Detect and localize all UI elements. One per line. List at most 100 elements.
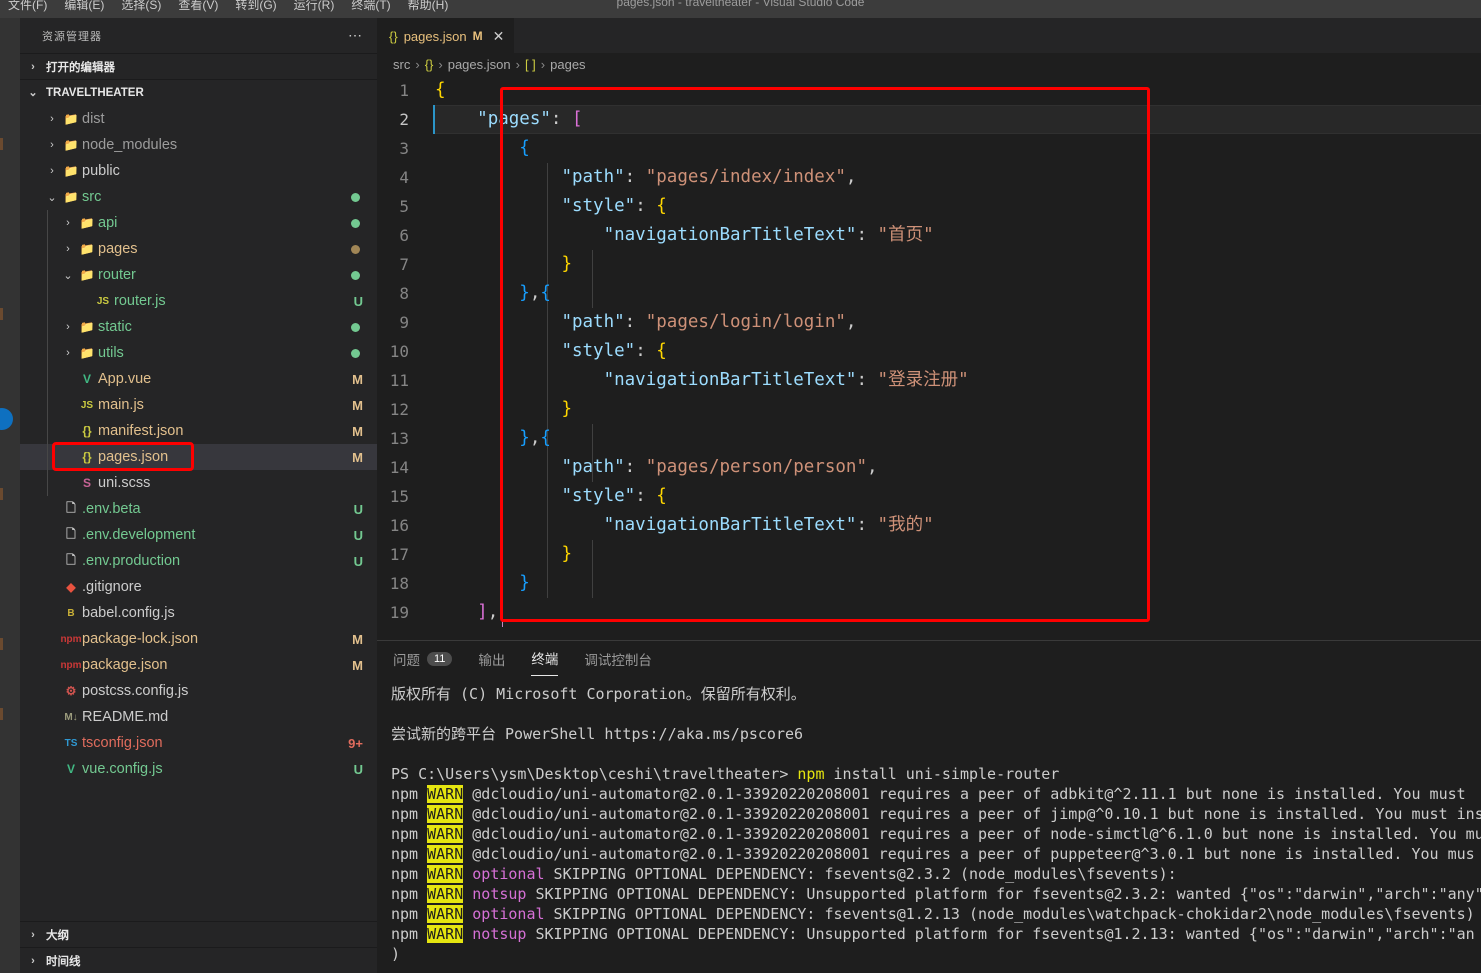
more-actions-icon[interactable]: ⋯ (348, 27, 363, 44)
chevron-right-icon: › (31, 954, 35, 967)
tree-item-package-json[interactable]: npm package.json M (20, 652, 377, 678)
folder-status-dot (351, 323, 360, 332)
terminal-text: WARN (427, 905, 464, 923)
chevron-right-icon[interactable]: › (44, 165, 60, 177)
code-token: : (624, 312, 646, 332)
terminal-line: npm WARN optional SKIPPING OPTIONAL DEPE… (391, 904, 1481, 924)
breadcrumb-item-1[interactable]: {} (425, 57, 434, 72)
open-editors-section[interactable]: › 打开的编辑器 (20, 53, 377, 79)
timeline-section[interactable]: › 时间线 (20, 947, 377, 973)
tree-item--env-production[interactable]: 🗋 .env.production U (20, 548, 377, 574)
git-status-badge: M (352, 657, 363, 673)
terminal-text: install uni-simple-router (824, 765, 1060, 783)
chevron-down-icon[interactable]: ⌄ (44, 191, 60, 204)
code-token: "我的" (877, 515, 934, 535)
terminal-text: optional (472, 865, 545, 883)
file-icon-utils: 📁 (79, 346, 95, 360)
chevron-right-icon[interactable]: › (44, 113, 60, 125)
tree-item-api[interactable]: › 📁 api (20, 210, 377, 236)
account-badge-icon[interactable] (0, 408, 13, 430)
code-token: "path" (561, 457, 625, 477)
code-token: "pages/person/person" (645, 457, 867, 477)
tree-item-app-vue[interactable]: V App.vue M (20, 366, 377, 392)
tree-item-router-js[interactable]: JS router.js U (20, 288, 377, 314)
tree-item-dist[interactable]: › 📁 dist (20, 106, 377, 132)
code-token: , (845, 312, 857, 332)
tree-indent-guide (47, 314, 48, 340)
breadcrumb-separator: › (540, 56, 546, 72)
terminal-text: npm (391, 805, 428, 823)
tree-item-postcss-config-js[interactable]: ⚙ postcss.config.js (20, 678, 377, 704)
chevron-right-icon[interactable]: › (60, 243, 76, 255)
line-number: 6 (399, 226, 409, 245)
code-token: "pages/login/login" (645, 312, 846, 332)
tree-item-readme-md[interactable]: M↓ README.md (20, 704, 377, 730)
tree-item-static[interactable]: › 📁 static (20, 314, 377, 340)
breadcrumb-item-4[interactable]: pages (550, 57, 585, 72)
tree-item-utils[interactable]: › 📁 utils (20, 340, 377, 366)
terminal-text: npm (391, 905, 428, 923)
close-icon[interactable]: ✕ (493, 28, 505, 45)
tree-item-public[interactable]: › 📁 public (20, 158, 377, 184)
terminal-text: notsup (472, 925, 527, 943)
tree-item-tsconfig-json[interactable]: TS tsconfig.json 9+ (20, 730, 377, 756)
file-icon-readme-md: M↓ (64, 711, 78, 723)
breadcrumb-item-0[interactable]: src (393, 57, 410, 72)
tree-item-uni-scss[interactable]: Suni.scss (20, 470, 377, 496)
chevron-right-icon[interactable]: › (60, 217, 76, 229)
tree-item-main-js[interactable]: JS main.js M (20, 392, 377, 418)
chevron-right-icon[interactable]: › (60, 321, 76, 333)
file-tree[interactable]: › 📁 dist › 📁 node_modules › 📁 public ⌄ 📁 src › 📁 api › 📁… (20, 105, 377, 782)
tree-item-src[interactable]: ⌄ 📁 src (20, 184, 377, 210)
code-line: 4 "path": "pages/index/index", (377, 163, 1481, 192)
breadcrumb-item-3[interactable]: [ ] (525, 57, 536, 72)
activity-marker-1 (0, 138, 3, 150)
panel-tab-1[interactable]: 输出 (478, 641, 505, 676)
project-root-section[interactable]: ⌄ TRAVELTHEATER (20, 79, 377, 105)
tree-item-pages[interactable]: › 📁 pages (20, 236, 377, 262)
code-line-text: "path": "pages/index/index", (435, 163, 856, 192)
tree-item--gitignore[interactable]: ◆ .gitignore (20, 574, 377, 600)
outline-section[interactable]: › 大纲 (20, 921, 377, 947)
code-token: "pages" (477, 109, 551, 129)
panel-tab-0[interactable]: 问题 11 (393, 641, 453, 676)
terminal-text: 尝试新的跨平台 PowerShell https://aka.ms/pscore… (391, 725, 804, 743)
chevron-right-icon[interactable]: › (44, 139, 60, 151)
terminal-line: npm WARN @dcloudio/uni-automator@2.0.1-3… (391, 784, 1481, 804)
terminal-text: SKIPPING OPTIONAL DEPENDENCY: Unsupporte… (526, 885, 1481, 903)
panel-tab-label: 问题 (393, 652, 420, 668)
chevron-down-icon[interactable]: ⌄ (60, 269, 76, 282)
tree-item-node-modules[interactable]: › 📁 node_modules (20, 132, 377, 158)
panel-tab-3[interactable]: 调试控制台 (584, 641, 652, 676)
terminal-text: SKIPPING OPTIONAL DEPENDENCY: Unsupporte… (526, 925, 1475, 943)
code-token: : (550, 109, 572, 129)
tree-item-pages-json[interactable]: {} pages.json M (20, 444, 377, 470)
tree-item-babel-config-js[interactable]: Bbabel.config.js (20, 600, 377, 626)
code-editor[interactable]: 1{2 "pages": [3 {4 "path": "pages/index/… (377, 76, 1481, 658)
tree-item-label: .gitignore (82, 579, 142, 595)
code-token: , (529, 428, 541, 448)
panel-tab-2[interactable]: 终端 (531, 641, 559, 676)
tree-item--env-beta[interactable]: 🗋 .env.beta U (20, 496, 377, 522)
tree-item-router[interactable]: ⌄ 📁 router (20, 262, 377, 288)
code-token: { (435, 80, 446, 100)
breadcrumb-item-2[interactable]: pages.json (448, 57, 511, 72)
panel-tab-bar[interactable]: 问题 11 输出 终端 调试控制台 (377, 641, 1481, 676)
breadcrumb[interactable]: src › {} › pages.json › [ ] › pages (377, 53, 1481, 75)
tree-item-vue-config-js[interactable]: Vvue.config.js U (20, 756, 377, 782)
terminal-output[interactable]: 版权所有 (C) Microsoft Corporation。保留所有权利。 尝… (377, 676, 1481, 964)
tab-pages-json[interactable]: {} pages.json M ✕ (377, 18, 515, 53)
tree-item-manifest-json[interactable]: {} manifest.json M (20, 418, 377, 444)
code-token: : (635, 486, 657, 506)
folder-status-dot (351, 193, 360, 202)
indent-guide (592, 250, 593, 308)
tree-item--env-development[interactable]: 🗋 .env.development U (20, 522, 377, 548)
activity-bar[interactable] (0, 18, 20, 973)
tree-item-package-lock-json[interactable]: npm package-lock.json M (20, 626, 377, 652)
chevron-right-icon[interactable]: › (60, 347, 76, 359)
